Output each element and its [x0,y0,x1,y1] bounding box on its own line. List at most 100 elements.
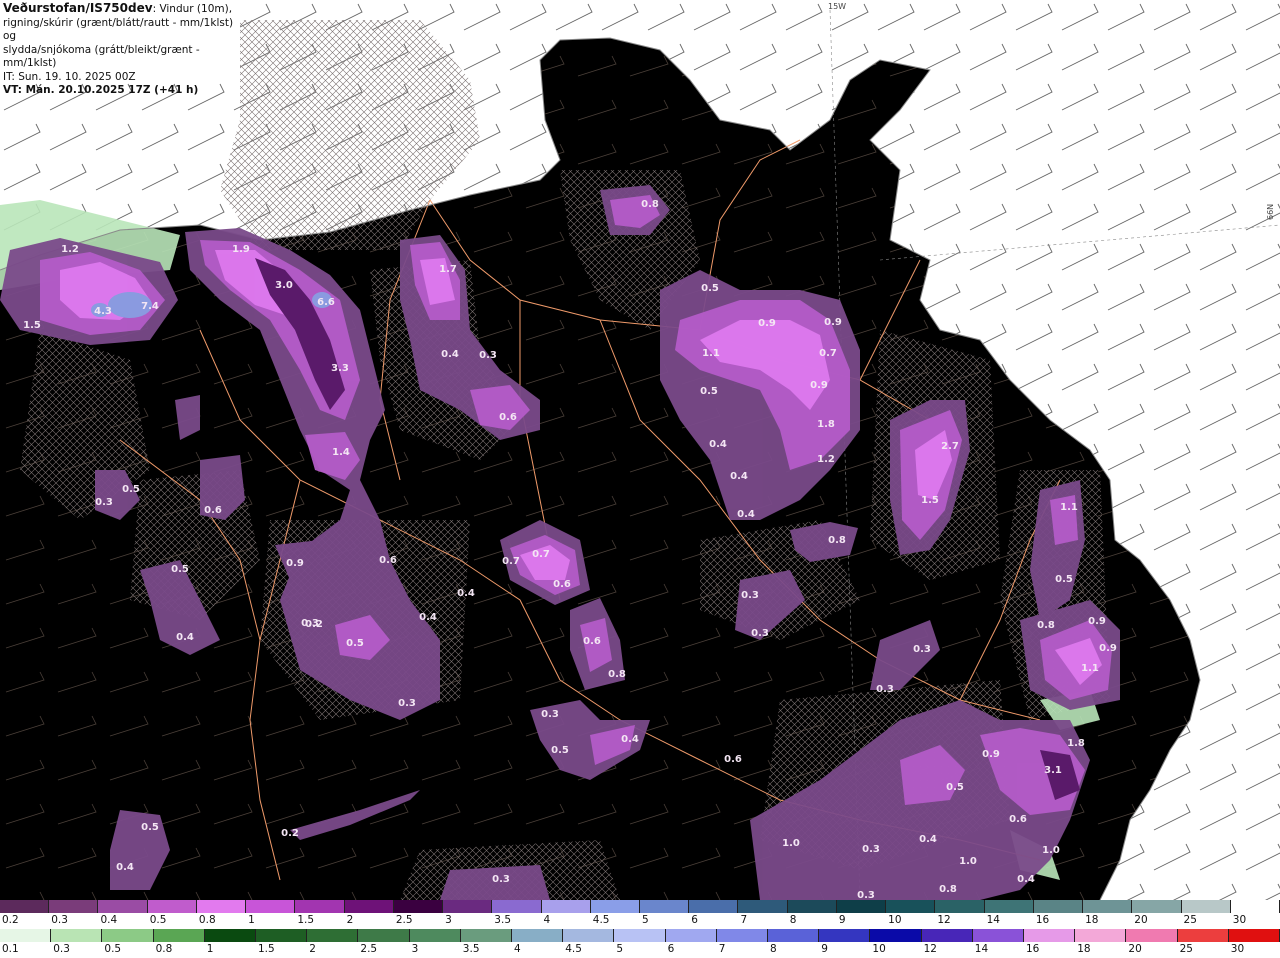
legend-swatch [1230,900,1280,913]
precip-value-label: 0.6 [583,636,601,647]
legend-cell: 5 [640,900,690,929]
legend-label: 18 [1077,943,1091,955]
legend-swatch [460,929,512,942]
legend-cell: 25 [1177,929,1229,958]
legend-label: 2 [346,914,354,926]
legend-label: 16 [1026,943,1040,955]
legend-swatch [1083,900,1133,913]
legend-cell: 3.5 [492,900,542,929]
legend-swatch [49,900,99,913]
legend-swatch [492,900,542,913]
precip-value-label: 0.7 [819,348,837,359]
precip-value-label: 0.4 [709,439,727,450]
legend-swatch [0,929,52,942]
legend-cell: 0.8 [196,900,247,929]
legend-swatch [738,900,788,913]
precip-value-label: 0.6 [1009,814,1027,825]
legend-label: 0.2 [2,914,19,926]
legend-swatch [98,900,148,913]
precip-value-label: 0.9 [286,558,304,569]
legend-swatch [787,900,837,913]
precip-value-label: 0.5 [141,822,159,833]
precip-value-label: 1.1 [1060,502,1078,513]
precip-value-label: 0.4 [730,471,748,482]
legend-label: 18 [1085,914,1099,926]
legend-swatch [256,929,308,942]
legend-label: 9 [821,943,828,955]
precip-value-label: 0.3 [857,890,875,900]
precip-value-label: 0.6 [724,754,742,765]
title-strong: Veðurstofan/IS750dev [3,1,153,15]
precip-value-label: 0.3 [751,628,769,639]
legend-cell: 4.5 [563,929,615,958]
precip-value-label: 0.3 [862,844,880,855]
legend-swatch [563,929,615,942]
precip-value-label: 1.0 [959,856,977,867]
legend-cell: 0.3 [51,929,103,958]
legend-cell: 6 [689,900,739,929]
precip-value-label: 0.6 [499,412,517,423]
legend-cell: 4 [541,900,591,929]
precip-value-label: 0.3 [95,497,113,508]
precip-value-label: 0.4 [116,862,134,873]
legend-cell: 0.3 [49,900,99,929]
precip-value-label: 0.3 [479,350,497,361]
legend-swatch [819,929,871,942]
legend-cell: 7 [716,929,768,958]
precip-value-label: 0.5 [1055,574,1073,585]
precip-value-label: 1.7 [439,264,457,275]
precip-value-label: 0.9 [982,749,1000,760]
legend-swatch [409,929,461,942]
precip-value-label: 0.9 [824,317,842,328]
legend-swatch [886,900,936,913]
legend-cell: 2 [307,929,359,958]
legend-label: 20 [1134,914,1148,926]
legend-label: 10 [888,914,902,926]
precip-value-label: 0.3 [492,874,510,885]
legend-swatch [393,900,444,913]
legend-swatch [541,900,591,913]
legend-label: 8 [789,914,797,926]
legend-cell: 18 [1083,900,1133,929]
precip-value-label: 0.4 [441,349,459,360]
legend-swatch [295,900,345,913]
legend-label: 1 [248,914,255,926]
legend-swatch [1033,900,1084,913]
precip-value-label: 0.4 [1017,874,1035,885]
precip-value-label: 2.7 [941,441,959,452]
legend-label: 14 [986,914,1000,926]
legend-cell: 2 [344,900,394,929]
precip-value-label: 0.5 [946,782,964,793]
legend-label: 25 [1179,943,1193,955]
legend-label: 14 [974,943,989,955]
legend-cell: 25 [1181,900,1231,929]
precip-value-label: 0.4 [919,834,937,845]
legend-cell: 8 [787,900,837,929]
precip-value-label: 0.4 [419,612,437,623]
legend-label: 12 [937,914,951,926]
precip-value-label: 0.9 [810,380,828,391]
legend-swatch [921,929,973,942]
legend-cell: 0.5 [102,929,154,958]
lat-label: 66N [1266,203,1275,220]
legend-swatch [153,929,205,942]
legend-cell: 1.5 [295,900,345,929]
legend-swatch [1024,929,1076,942]
legend-swatch [768,929,820,942]
legend-swatch [1181,900,1231,913]
legend-label: 2.5 [360,943,378,955]
legend-label: 3 [411,943,419,955]
legend-swatch [443,900,493,913]
legend-label: 12 [923,943,937,955]
legend-cell: 3.5 [460,929,512,958]
title-line-3: slydda/snjókoma (grátt/bleikt/grænt - mm… [3,43,200,70]
precip-value-label: 0.4 [457,588,475,599]
legend-label: 2 [309,943,316,955]
title-rest: : Vindur (10m), [152,3,233,15]
legend-swatch [0,900,50,913]
legend-cell: 14 [984,900,1034,929]
legend-cell: 0.1 [0,929,52,958]
legend-cell: 16 [1033,900,1084,929]
precip-value-label: 0.8 [641,199,659,210]
precip-value-label: 0.2 [281,828,299,839]
